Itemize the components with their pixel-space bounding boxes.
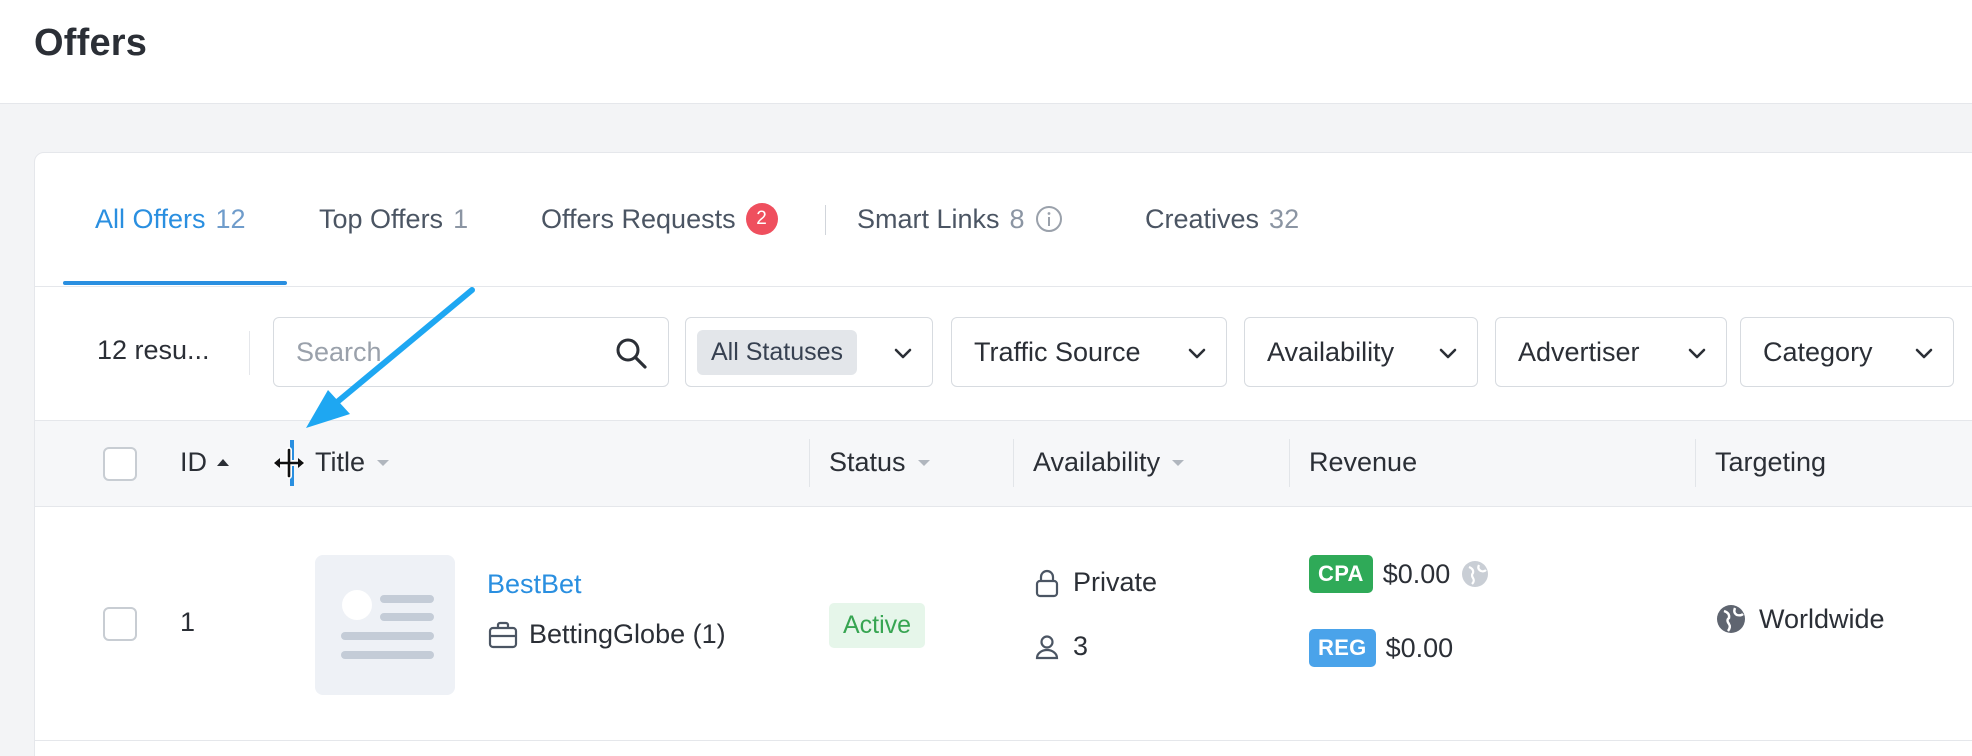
tab-bar: All Offers 12 Top Offers 1 Offers Reques… [35, 153, 1972, 287]
tab-label: Offers Requests [541, 203, 736, 234]
column-resize-handle[interactable] [1289, 439, 1290, 487]
column-header-status[interactable]: Status [829, 447, 930, 478]
search-input[interactable] [296, 332, 596, 372]
sort-ascending-icon [217, 459, 229, 466]
status-filter-dropdown[interactable]: All Statuses [685, 317, 933, 387]
column-header-availability[interactable]: Availability [1033, 447, 1185, 478]
tab-divider [825, 205, 826, 235]
offer-advertiser: BettingGlobe (1) [487, 619, 726, 650]
revenue-amount: $0.00 [1385, 632, 1454, 663]
dropdown-label: Traffic Source [974, 336, 1141, 367]
offer-thumbnail [315, 555, 455, 695]
targeting-cell: Worldwide [1715, 603, 1885, 635]
active-tab-indicator [63, 281, 287, 285]
traffic-source-dropdown[interactable]: Traffic Source [951, 317, 1227, 387]
tab-label: All Offers [95, 203, 206, 234]
column-label: Revenue [1309, 447, 1418, 477]
sort-icon [1172, 459, 1185, 466]
sort-icon [917, 459, 930, 466]
results-count: 12 resu... [97, 335, 210, 365]
status-badge: Active [829, 603, 926, 648]
globe-icon [1717, 605, 1745, 633]
advertiser-dropdown[interactable]: Advertiser [1495, 317, 1727, 387]
affiliates-value: 3 [1073, 631, 1089, 661]
tab-creatives[interactable]: Creatives 32 [1145, 199, 1299, 239]
revenue-amount: $0.00 [1382, 558, 1451, 589]
column-resize-handle[interactable] [1013, 439, 1014, 487]
revenue-reg: REG $0.00 [1309, 629, 1453, 667]
availability-dropdown[interactable]: Availability [1244, 317, 1478, 387]
tab-top-offers[interactable]: Top Offers 1 [319, 199, 468, 239]
column-label: Availability [1033, 447, 1161, 477]
advertiser-name: BettingGlobe (1) [529, 619, 726, 649]
availability-private: Private [1033, 567, 1157, 598]
column-resize-handle[interactable] [809, 439, 810, 487]
revenue-type-badge: CPA [1309, 555, 1373, 593]
briefcase-icon [488, 621, 518, 648]
tab-label: Top Offers [319, 203, 444, 234]
column-resize-handle[interactable] [1695, 439, 1696, 487]
offer-id: 1 [180, 607, 196, 637]
search-box [273, 317, 669, 387]
info-icon[interactable] [1035, 205, 1063, 233]
tab-count: 8 [1009, 203, 1025, 234]
row-checkbox[interactable] [103, 607, 137, 641]
tab-count: 1 [453, 203, 469, 234]
status-chip: All Statuses [697, 329, 858, 375]
tab-label: Creatives [1145, 203, 1260, 234]
chevron-down-icon [1188, 348, 1206, 359]
column-header-id[interactable]: ID [180, 447, 229, 478]
filter-bar: 12 resu... All Statuses Traffic Source A… [35, 287, 1972, 421]
page-title: Offers [34, 22, 148, 64]
dropdown-label: Availability [1267, 336, 1395, 367]
offer-name-link[interactable]: BestBet [487, 569, 582, 600]
dropdown-label: Advertiser [1518, 336, 1640, 367]
table-header: ID Title Status Availability Revenue Tar… [35, 421, 1972, 507]
chevron-down-icon [1439, 348, 1457, 359]
search-icon[interactable] [614, 336, 648, 370]
tab-smart-links[interactable]: Smart Links 8 [857, 199, 1063, 239]
image-placeholder-icon [341, 590, 434, 659]
tab-offers-requests[interactable]: Offers Requests 2 [541, 199, 778, 239]
lock-icon [1035, 569, 1059, 597]
revenue-cpa: CPA $0.00 [1309, 555, 1490, 593]
resize-cursor-icon [273, 447, 305, 479]
category-dropdown[interactable]: Category [1740, 317, 1954, 387]
column-label: Status [829, 447, 906, 477]
chevron-down-icon [894, 348, 912, 359]
table-row[interactable]: 1 BestBet BettingGlobe (1) Active Privat… [35, 507, 1972, 741]
globe-icon [1462, 561, 1489, 587]
offers-card: All Offers 12 Top Offers 1 Offers Reques… [34, 152, 1972, 756]
results-divider [249, 331, 250, 375]
tab-count: 32 [1269, 203, 1300, 234]
availability-label: Private [1073, 567, 1158, 597]
chevron-down-icon [1915, 348, 1933, 359]
chevron-down-icon [1688, 348, 1706, 359]
top-bar: Offers [0, 0, 1972, 104]
tab-all-offers[interactable]: All Offers 12 [95, 199, 246, 239]
select-all-checkbox[interactable] [103, 447, 137, 481]
targeting-label: Worldwide [1759, 603, 1885, 634]
dropdown-label: Category [1763, 336, 1873, 367]
sort-icon [377, 459, 390, 466]
tab-label: Smart Links [857, 203, 1000, 234]
column-header-targeting: Targeting [1715, 447, 1826, 478]
column-header-title[interactable]: Title [315, 447, 390, 478]
column-header-revenue: Revenue [1309, 447, 1417, 478]
column-label: Targeting [1715, 447, 1827, 477]
column-label: ID [180, 447, 207, 477]
column-label: Title [315, 447, 366, 477]
affiliates-count: 3 [1033, 631, 1088, 662]
user-icon [1035, 634, 1059, 659]
revenue-type-badge: REG [1309, 629, 1376, 667]
notification-badge: 2 [745, 203, 778, 235]
tab-count: 12 [215, 203, 246, 234]
